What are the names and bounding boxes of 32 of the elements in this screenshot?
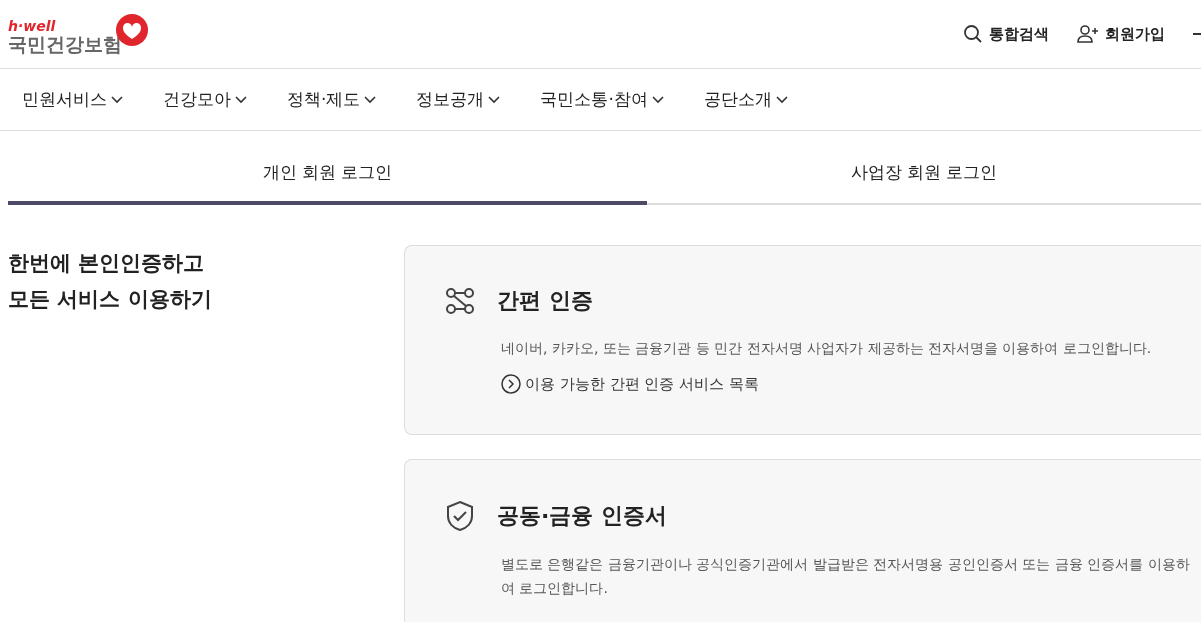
intro-heading-line: 한번에 본인인증하고 bbox=[8, 250, 206, 277]
nav-menu-item[interactable]: 국민소통·참여 bbox=[540, 88, 664, 111]
nav-menu-item[interactable]: 정책·제도 bbox=[287, 88, 377, 111]
method-description: 별도로 은행같은 금융기관이나 공식인증기관에서 발급받은 전자서명용 공인인증서 또는 금융 인증서를 이용하여 로그인합니다. bbox=[501, 555, 1191, 598]
method-title: 간편 인증 bbox=[497, 287, 593, 315]
sign-up-link[interactable]: 회원가입 bbox=[1077, 24, 1165, 44]
chevron-down-icon bbox=[651, 95, 664, 104]
nav-menu-item[interactable]: 공단소개 bbox=[703, 88, 788, 111]
chevron-down-icon bbox=[488, 95, 501, 104]
nav-menu-item[interactable]: 민원서비스 bbox=[22, 88, 123, 111]
chevron-down-icon bbox=[364, 95, 377, 104]
logo-tagline: h·well bbox=[8, 19, 57, 33]
nav-menu-item[interactable]: 정보공개 bbox=[416, 88, 501, 111]
login-method-card[interactable]: 간편 인증 네이버, 카카오, 또는 금융기관 등 민간 전자서명 사업자가 제공하는 전자서명을 이용하여 로그인합니다. 이용 가능한 간편 인증 서비스 목록 bbox=[404, 245, 1201, 435]
shield-check-icon bbox=[445, 500, 475, 532]
logo-text[interactable]: 국민건강보험 bbox=[8, 33, 122, 55]
search-icon bbox=[963, 24, 983, 44]
method-description: 네이버, 카카오, 또는 금융기관 등 민간 전자서명 사업자가 제공하는 전자서명을 이용하여 로그인합니다. bbox=[501, 339, 1153, 358]
login-tab[interactable]: 사업장 회원 로그인 bbox=[647, 149, 1201, 205]
chevron-down-icon bbox=[111, 95, 123, 104]
intro-heading-line: 모든 서비스 이용하기 bbox=[8, 286, 213, 313]
connected-nodes-icon bbox=[445, 287, 475, 315]
chevron-down-icon bbox=[775, 95, 788, 104]
search-link[interactable]: 통합검색 bbox=[963, 24, 1049, 44]
chevron-down-icon bbox=[235, 95, 247, 104]
chevron-circle-icon bbox=[501, 374, 521, 394]
login-method-card[interactable]: 공동·금융 인증서 별도로 은행같은 금융기관이나 공식인증기관에서 발급받은 전자서명용 공인인증서 또는 금융 인증서를 이용하여 로그인합니다. bbox=[404, 459, 1201, 622]
nav-menu-item[interactable]: 건강모아 bbox=[163, 88, 247, 111]
service-list-link[interactable]: 이용 가능한 간편 인증 서비스 목록 bbox=[501, 374, 759, 394]
login-tab[interactable]: 개인 회원 로그인 bbox=[8, 149, 647, 205]
method-title: 공동·금융 인증서 bbox=[497, 502, 668, 530]
add-user-icon bbox=[1077, 25, 1099, 43]
